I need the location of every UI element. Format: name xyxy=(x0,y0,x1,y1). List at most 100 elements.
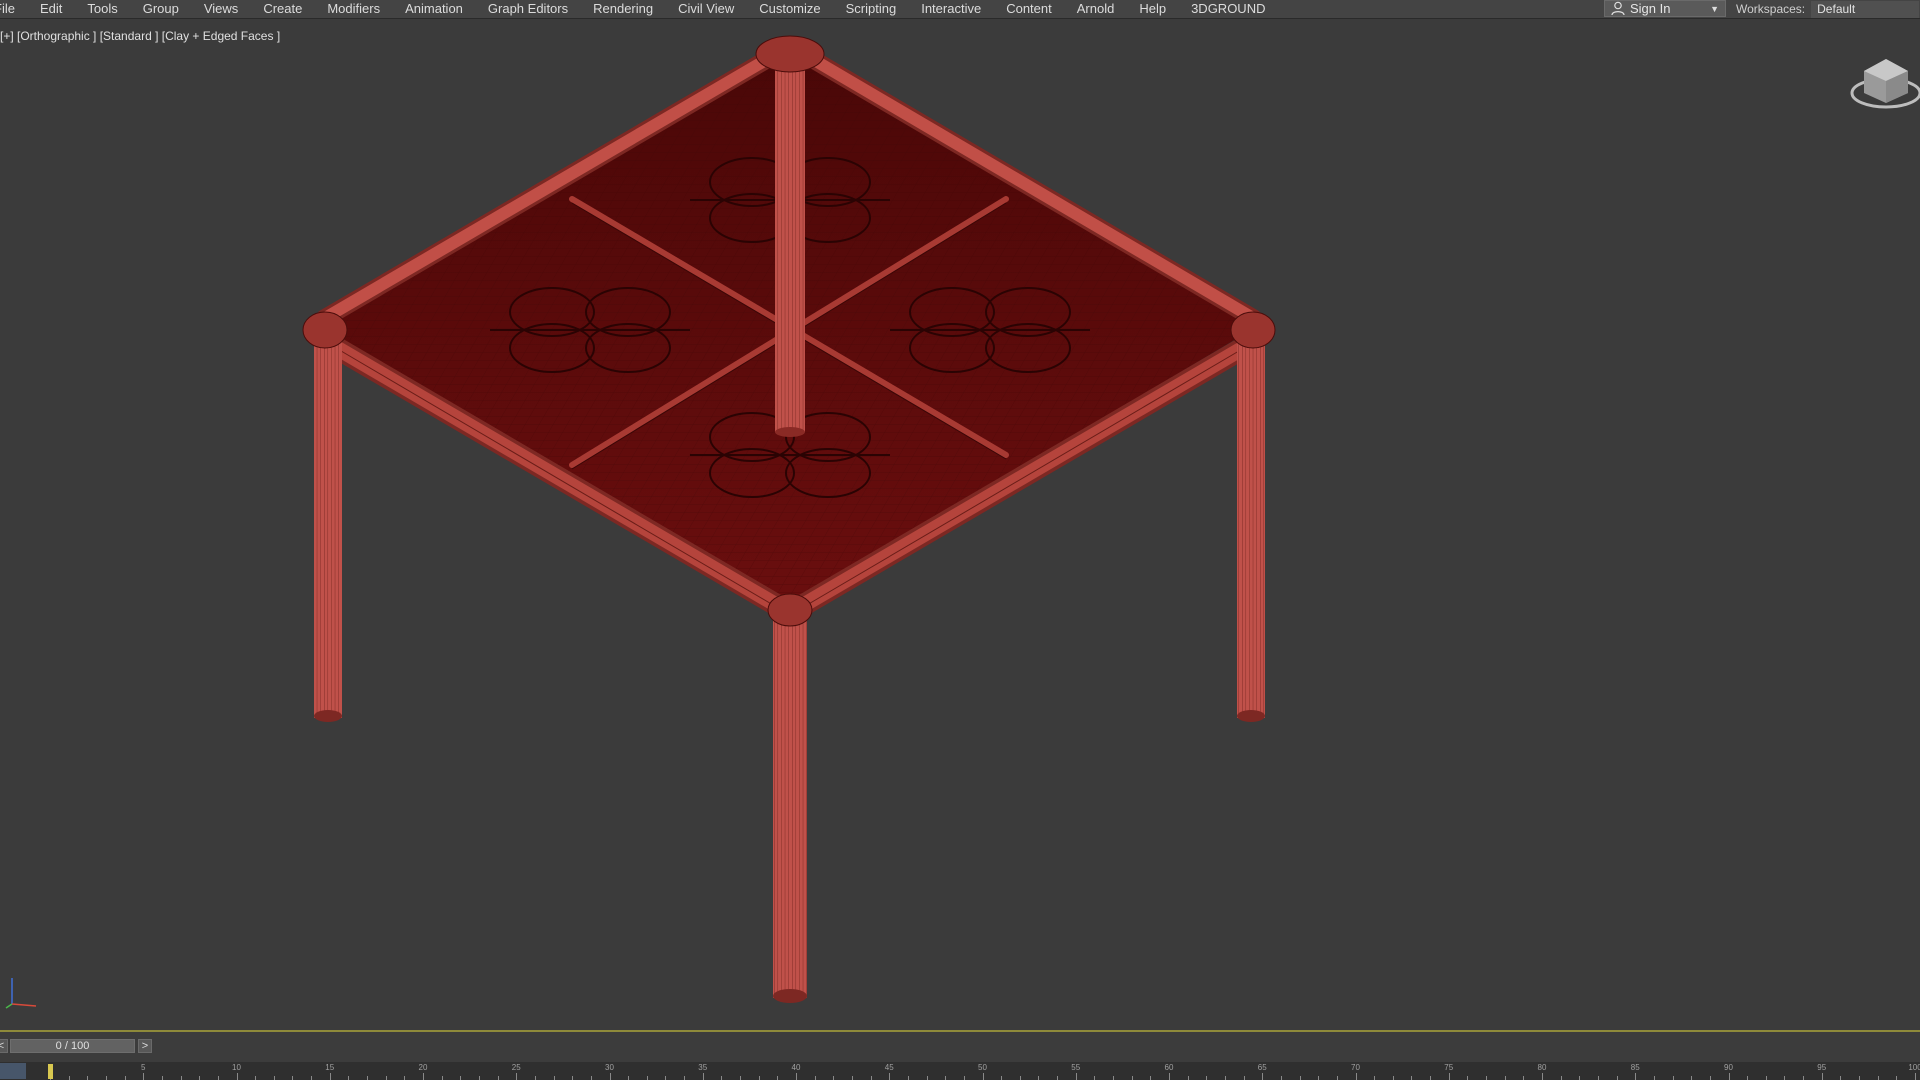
trackbar-key-icon[interactable] xyxy=(0,1063,26,1079)
trackbar-tick-label: 100 xyxy=(1908,1063,1920,1072)
trackbar-tick xyxy=(1803,1076,1805,1080)
trackbar-tick xyxy=(311,1076,313,1080)
trackbar[interactable]: 0510152025303540455055606570758085909510… xyxy=(0,1062,1920,1080)
trackbar-tick xyxy=(1336,1076,1338,1080)
trackbar-tick xyxy=(1187,1076,1189,1080)
trackbar-tick xyxy=(1299,1076,1301,1080)
trackbar-tick xyxy=(590,1076,592,1080)
menu-file[interactable]: File xyxy=(0,0,27,18)
trackbar-tick-label: 5 xyxy=(141,1063,146,1072)
trackbar-tick xyxy=(1486,1076,1488,1080)
trackbar-tick xyxy=(124,1076,126,1080)
menu-rendering[interactable]: Rendering xyxy=(581,0,666,18)
menu-civil-view[interactable]: Civil View xyxy=(666,0,747,18)
trackbar-tick xyxy=(721,1076,723,1080)
chevron-down-icon: ▼ xyxy=(1710,4,1719,14)
trackbar-tick xyxy=(329,1073,331,1080)
trackbar-tick xyxy=(572,1076,574,1080)
trackbar-tick-label: 90 xyxy=(1724,1063,1733,1072)
trackbar-tick xyxy=(1616,1076,1618,1080)
trackbar-tick-label: 95 xyxy=(1817,1063,1827,1072)
trackbar-tick xyxy=(963,1076,965,1080)
trackbar-tick xyxy=(236,1073,238,1080)
menu-3dground[interactable]: 3DGROUND xyxy=(1179,0,1278,18)
trackbar-tick xyxy=(1728,1073,1730,1080)
trackbar-tick xyxy=(1392,1076,1394,1080)
trackbar-tick xyxy=(1523,1076,1525,1080)
trackbar-tick xyxy=(702,1073,704,1080)
menu-group[interactable]: Group xyxy=(130,0,191,18)
trackbar-tick xyxy=(1243,1076,1245,1080)
menu-graph-editors[interactable]: Graph Editors xyxy=(475,0,580,18)
trackbar-tick xyxy=(1747,1076,1749,1080)
menu-animation[interactable]: Animation xyxy=(393,0,476,18)
next-frame-button[interactable]: > xyxy=(138,1039,152,1053)
trackbar-tick xyxy=(180,1076,182,1080)
trackbar-tick xyxy=(1355,1073,1357,1080)
trackbar-tick xyxy=(1597,1076,1599,1080)
trackbar-tick xyxy=(889,1073,891,1080)
sign-in-dropdown[interactable]: Sign In ▼ xyxy=(1604,0,1726,17)
menu-arnold[interactable]: Arnold xyxy=(1064,0,1127,18)
menu-customize[interactable]: Customize xyxy=(747,0,833,18)
trackbar-tick xyxy=(628,1076,630,1080)
back-post-wire xyxy=(775,60,805,432)
trackbar-tick xyxy=(646,1076,648,1080)
trackbar-tick xyxy=(665,1076,667,1080)
trackbar-tick xyxy=(1374,1076,1376,1080)
menu-items: FileEditToolsGroupViewsCreateModifiersAn… xyxy=(0,0,1278,18)
trackbar-tick xyxy=(1075,1073,1077,1080)
trackbar-tick xyxy=(851,1076,853,1080)
trackbar-tick xyxy=(423,1073,424,1080)
menu-bar: FileEditToolsGroupViewsCreateModifiersAn… xyxy=(0,0,1920,19)
trackbar-tick xyxy=(441,1076,443,1080)
trackbar-tick xyxy=(1840,1076,1842,1080)
user-icon xyxy=(1611,1,1625,16)
menu-create[interactable]: Create xyxy=(251,0,315,18)
axis-tripod-icon xyxy=(5,978,37,1009)
menu-scripting[interactable]: Scripting xyxy=(833,0,909,18)
trackbar-tick xyxy=(1542,1073,1543,1080)
trackbar-tick xyxy=(1038,1076,1040,1080)
trackbar-tick xyxy=(68,1076,70,1080)
trackbar-tick xyxy=(367,1076,369,1080)
trackbar-tick xyxy=(1784,1076,1786,1080)
trackbar-tick xyxy=(777,1076,779,1080)
trackbar-tick xyxy=(1560,1076,1562,1080)
trackbar-tick xyxy=(907,1076,909,1080)
trackbar-tick xyxy=(1579,1076,1581,1080)
trackbar-tick xyxy=(553,1076,555,1080)
trackbar-tick-label: 75 xyxy=(1444,1063,1454,1072)
menu-content[interactable]: Content xyxy=(994,0,1065,18)
workspaces-dropdown[interactable]: Default xyxy=(1811,0,1920,18)
trackbar-tick xyxy=(385,1076,387,1080)
trackbar-tick xyxy=(609,1073,611,1080)
previous-frame-button[interactable]: < xyxy=(0,1039,8,1053)
viewcube-icon[interactable] xyxy=(1846,53,1920,117)
time-controls: < 0 / 100 > 0510152025303540455055606570… xyxy=(0,1032,1920,1080)
trackbar-tick xyxy=(1318,1076,1320,1080)
menu-help[interactable]: Help xyxy=(1127,0,1179,18)
menu-modifiers[interactable]: Modifiers xyxy=(315,0,393,18)
perspective-viewport[interactable]: [+] [Orthographic ] [Standard ] [Clay + … xyxy=(0,19,1920,1032)
trackbar-tick xyxy=(161,1076,163,1080)
back-post-cap xyxy=(775,427,805,437)
menu-edit[interactable]: Edit xyxy=(27,0,74,18)
trackbar-tick-label: 55 xyxy=(1071,1063,1081,1072)
trackbar-tick xyxy=(758,1076,760,1080)
menu-interactive[interactable]: Interactive xyxy=(909,0,994,18)
menu-tools[interactable]: Tools xyxy=(75,0,130,18)
trackbar-tick xyxy=(273,1076,275,1080)
trackbar-tick-label: 35 xyxy=(698,1063,708,1072)
trackbar-tick xyxy=(1635,1073,1637,1080)
trackbar-tick xyxy=(143,1073,145,1080)
menu-views[interactable]: Views xyxy=(191,0,250,18)
time-cursor[interactable] xyxy=(48,1064,53,1079)
trackbar-tick xyxy=(1467,1076,1469,1080)
time-slider[interactable]: 0 / 100 xyxy=(10,1039,135,1053)
trackbar-tick xyxy=(1877,1076,1879,1080)
trackbar-tick xyxy=(478,1076,480,1080)
trackbar-tick-label: 85 xyxy=(1630,1063,1640,1072)
table-model[interactable] xyxy=(0,19,1920,1030)
trackbar-tick-label: 20 xyxy=(418,1063,428,1072)
